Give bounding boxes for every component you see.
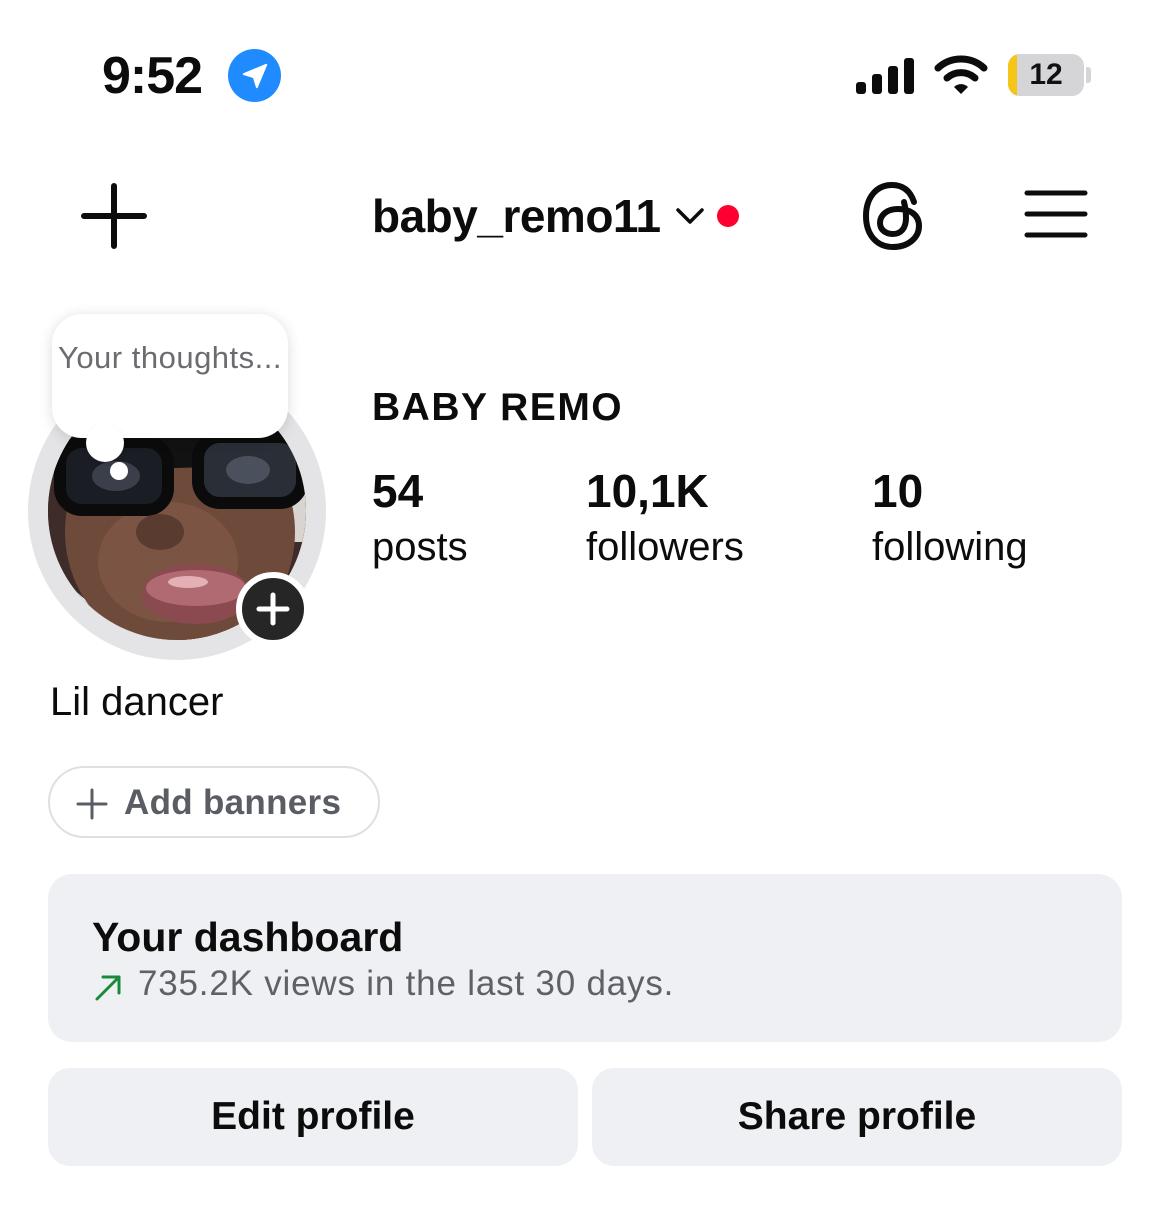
dashboard-title: Your dashboard [92, 914, 404, 960]
bio: Lil dancer [50, 680, 224, 724]
threads-icon [863, 182, 922, 250]
stat-label: posts [372, 525, 468, 569]
plus-icon [81, 183, 147, 249]
threads-button[interactable] [860, 180, 926, 252]
chevron-down-icon [675, 208, 704, 224]
notification-dot [716, 205, 739, 227]
note-bubble[interactable]: Your thoughts... [52, 314, 288, 438]
profile-nav-bar: baby_remo11 [0, 150, 1170, 280]
add-story-button[interactable] [236, 572, 310, 646]
add-banners-button[interactable]: Add banners [48, 766, 380, 838]
dashboard-views-stat: 735.2K views in the last 30 days. [138, 964, 675, 1003]
status-time: 9:52 [102, 47, 203, 105]
plus-icon [76, 788, 108, 820]
stat-value: 10,1K [586, 465, 709, 517]
note-text: Your thoughts... [57, 340, 283, 375]
account-switcher[interactable]: baby_remo11 [372, 186, 739, 246]
battery-level: 12 [1029, 58, 1063, 91]
stat-following[interactable]: 10 following [872, 466, 1028, 572]
stat-followers[interactable]: 10,1K followers [586, 466, 744, 572]
edit-profile-button[interactable]: Edit profile [48, 1068, 578, 1166]
share-profile-button[interactable]: Share profile [592, 1068, 1122, 1166]
cellular-signal-icon [856, 58, 914, 94]
trend-up-arrow-icon [95, 975, 121, 1001]
hamburger-menu-icon [1024, 190, 1088, 238]
username: baby_remo11 [372, 190, 661, 242]
add-banners-label: Add banners [124, 783, 342, 822]
menu-button[interactable] [1024, 188, 1088, 240]
location-arrow-icon [228, 49, 281, 102]
status-bar: 9:52 12 [0, 0, 1170, 150]
new-post-button[interactable] [78, 180, 150, 252]
wifi-icon [934, 55, 988, 94]
note-bubble-tail [86, 424, 124, 462]
note-bubble-tail-dot [110, 462, 128, 480]
stat-posts[interactable]: 54 posts [372, 466, 468, 572]
dashboard-card[interactable]: Your dashboard 735.2K views in the last … [48, 874, 1122, 1042]
plus-icon [256, 592, 290, 626]
stat-value: 10 [872, 465, 924, 517]
stat-label: followers [586, 525, 744, 569]
stat-value: 54 [372, 465, 424, 517]
battery-cap [1086, 67, 1091, 83]
display-name: BABY REMO [372, 386, 624, 429]
battery-icon: 12 [1008, 54, 1084, 96]
stat-label: following [872, 525, 1028, 569]
